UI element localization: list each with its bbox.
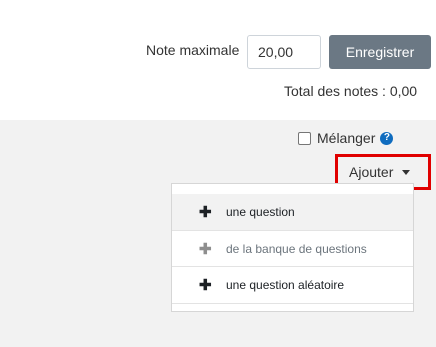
max-grade-label: Note maximale: [146, 42, 240, 58]
menu-item-label: de la banque de questions: [226, 242, 367, 256]
save-button[interactable]: Enregistrer: [329, 35, 431, 69]
menu-item-random-question[interactable]: ✚ une question aléatoire: [172, 266, 413, 304]
max-grade-input[interactable]: [247, 35, 321, 69]
add-button-label: Ajouter: [349, 164, 394, 180]
total-grades-label: Total des notes : 0,00: [284, 83, 418, 99]
add-dropdown-menu: ✚ une question ✚ de la banque de questio…: [171, 183, 414, 312]
plus-icon: ✚: [199, 276, 212, 294]
caret-down-icon: [402, 169, 411, 175]
menu-item-from-question-bank[interactable]: ✚ de la banque de questions: [172, 231, 413, 267]
menu-item-label: une question aléatoire: [226, 278, 345, 292]
menu-item-label: une question: [226, 205, 295, 219]
question-circle-icon[interactable]: ?: [380, 131, 394, 145]
shuffle-checkbox[interactable]: [298, 131, 311, 145]
menu-item-new-question[interactable]: ✚ une question: [172, 194, 413, 231]
shuffle-label[interactable]: Mélanger: [317, 130, 375, 146]
add-dropdown-button[interactable]: Ajouter: [349, 162, 411, 182]
plus-icon: ✚: [199, 203, 212, 221]
shuffle-option: Mélanger ?: [298, 128, 394, 148]
plus-icon: ✚: [199, 240, 212, 258]
